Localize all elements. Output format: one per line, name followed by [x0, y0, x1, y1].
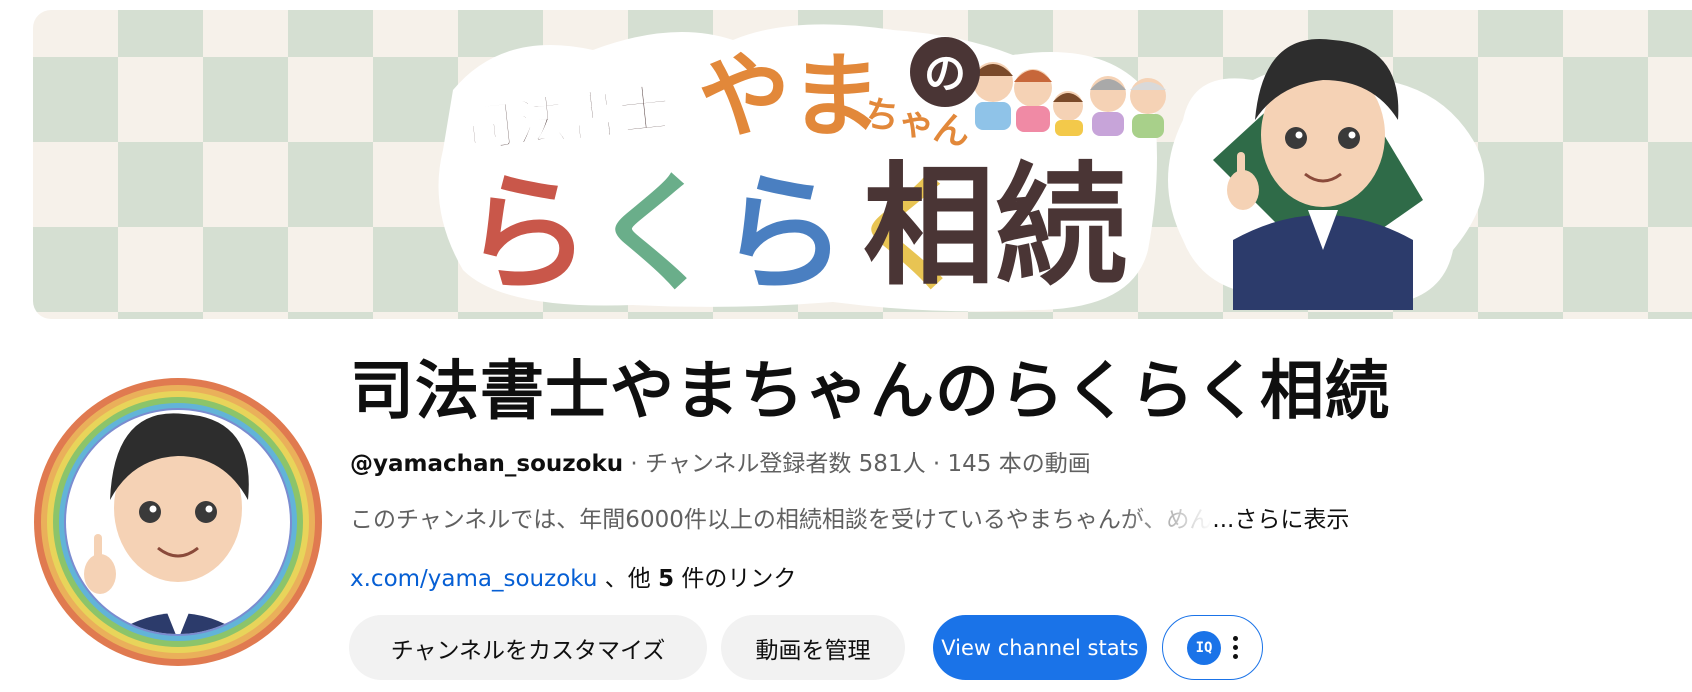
- channel-description[interactable]: このチャンネルでは、年間6000件以上の相続相談を受けているやまちゃんが、めん.…: [350, 500, 1349, 534]
- banner-title-yama: やま: [698, 43, 882, 150]
- avatar-image: [34, 378, 322, 666]
- view-channel-stats-button[interactable]: View channel stats: [933, 615, 1147, 680]
- banner-title-kanji: 相続: [863, 150, 1127, 304]
- channel-meta: @yamachan_souzoku · チャンネル登録者数 581人 · 145…: [350, 444, 1091, 478]
- banner-title-no: の: [924, 49, 966, 98]
- channel-handle: @yamachan_souzoku: [350, 451, 624, 477]
- external-link[interactable]: x.com/yama_souzoku: [350, 566, 597, 592]
- links-count[interactable]: 5: [658, 566, 674, 592]
- links-suffix-pre: 、他: [597, 566, 659, 592]
- banner-character: [1168, 39, 1485, 310]
- description-text: このチャンネルでは、年間6000件以上の相続相談を受けているやまちゃんが、めん: [350, 507, 1213, 533]
- channel-stats: · チャンネル登録者数 581人 · 145 本の動画: [623, 451, 1091, 477]
- banner-artwork: の 司法書士 やま ちゃん らくらく 相続: [438, 24, 1485, 312]
- channel-title: 司法書士やまちゃんのらくらく相続: [350, 355, 1390, 429]
- links-suffix-post[interactable]: 件のリンク: [674, 566, 796, 592]
- channel-avatar[interactable]: [34, 378, 322, 666]
- customize-channel-button[interactable]: チャンネルをカスタマイズ: [349, 615, 707, 680]
- extension-icon: IQ: [1187, 630, 1221, 665]
- channel-banner: の 司法書士 やま ちゃん らくらく 相続: [33, 10, 1692, 319]
- more-vert-icon: [1233, 636, 1238, 659]
- manage-videos-button[interactable]: 動画を管理: [721, 615, 905, 680]
- show-more-link[interactable]: ...さらに表示: [1212, 507, 1349, 533]
- more-actions-button[interactable]: IQ: [1162, 615, 1263, 680]
- channel-links: x.com/yama_souzoku 、他 5 件のリンク: [350, 559, 796, 593]
